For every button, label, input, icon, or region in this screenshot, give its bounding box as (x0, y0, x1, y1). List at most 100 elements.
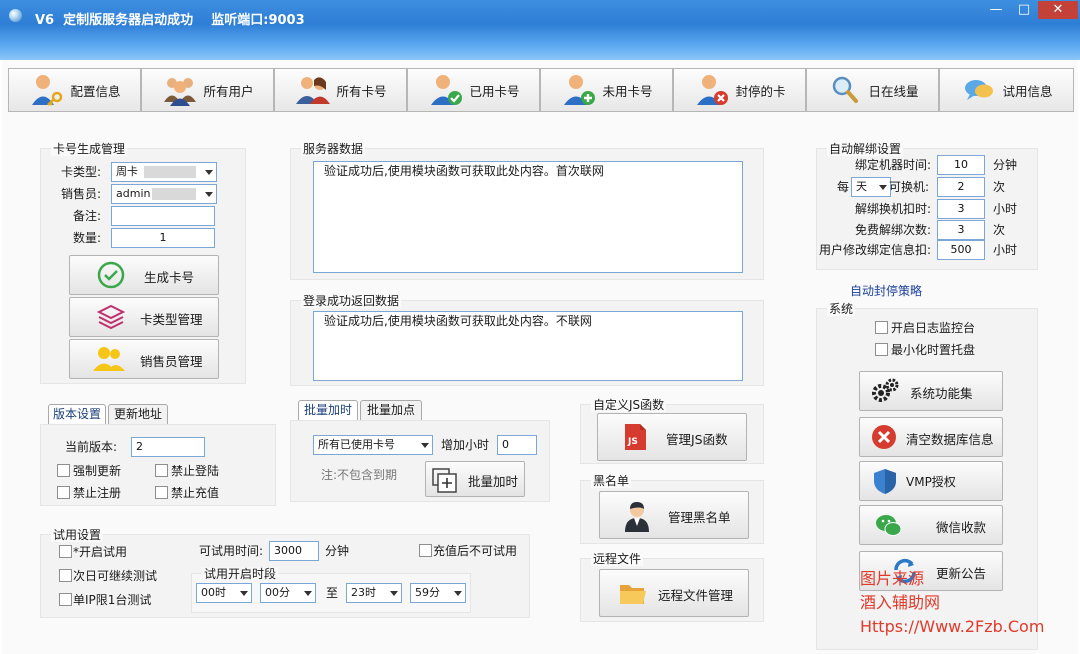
tab-version-settings[interactable]: 版本设置 (48, 404, 106, 424)
card-type-value: 周卡 (116, 165, 138, 178)
server-data-group: 服务器数据 验证成功后,使用模块函数可获取此处内容。首次联网 (290, 142, 764, 280)
to-hour-select[interactable]: 23时 (346, 583, 402, 603)
wechat-icon (874, 511, 904, 541)
login-return-group: 登录成功返回数据 验证成功后,使用模块函数可获取此处内容。不联网 (290, 294, 764, 386)
add-hours-input[interactable]: 0 (497, 435, 537, 455)
remote-file-mgmt-button[interactable]: 远程文件管理 (599, 569, 749, 617)
person-black-icon (620, 500, 650, 532)
toolbar-config-label: 配置信息 (70, 83, 121, 99)
to-hour-value: 23时 (351, 586, 376, 599)
to-minute-select[interactable]: 59分 (410, 583, 466, 603)
chevron-down-icon (879, 185, 887, 190)
bind-time-label: 绑定机器时间: (854, 158, 931, 172)
forbid-recharge-checkbox[interactable] (155, 486, 168, 499)
wechat-pay-button[interactable]: 微信收款 (859, 505, 1003, 545)
force-update-checkbox[interactable] (57, 464, 70, 477)
log-monitor-checkbox[interactable] (875, 321, 888, 334)
per-period-select[interactable]: 天 (851, 177, 891, 197)
current-version-input[interactable]: 2 (131, 437, 205, 457)
card-generation-title: 卡号生成管理 (51, 142, 128, 156)
close-button[interactable]: ✕ (1038, 1, 1078, 19)
next-day-checkbox[interactable] (59, 569, 72, 582)
manage-blacklist-button[interactable]: 管理黑名单 (599, 491, 749, 539)
enable-trial-checkbox[interactable] (59, 545, 72, 558)
wechat-pay-label: 微信收款 (936, 520, 987, 535)
manage-js-button[interactable]: JS 管理JS函数 (597, 413, 747, 461)
users-yellow-icon (92, 344, 125, 374)
toolbar-unused-cards-button[interactable]: 未用卡号 (540, 68, 673, 112)
seller-value: admin (116, 187, 151, 200)
generate-cards-button[interactable]: 生成卡号 (69, 255, 219, 295)
bind-time-unit: 分钟 (993, 158, 1018, 172)
system-features-button[interactable]: 系统功能集 (859, 371, 1003, 411)
minimize-tray-label: 最小化时置托盘 (891, 343, 976, 357)
card-type-mgmt-button[interactable]: 卡类型管理 (69, 297, 219, 337)
forbid-register-checkbox[interactable] (57, 486, 70, 499)
maximize-button[interactable]: □ (1010, 1, 1038, 19)
single-ip-checkbox[interactable] (59, 593, 72, 606)
enable-trial-label: *开启试用 (73, 545, 128, 559)
tab-update-url[interactable]: 更新地址 (108, 404, 168, 424)
tab-batch-add-time[interactable]: 批量加时 (298, 400, 358, 420)
seller-mgmt-button[interactable]: 销售员管理 (69, 339, 219, 379)
seller-label: 销售员: (60, 187, 101, 201)
forbid-register-label: 禁止注册 (73, 486, 122, 500)
server-data-textarea[interactable]: 验证成功后,使用模块函数可获取此处内容。首次联网 (313, 161, 743, 273)
quantity-input[interactable]: 1 (111, 228, 215, 248)
toolbar-trial-info-button[interactable]: 试用信息 (939, 68, 1074, 112)
vmp-license-button[interactable]: VMP授权 (859, 461, 1003, 501)
gears-icon (870, 376, 900, 406)
free-unbind-label: 免费解绑次数: (854, 223, 931, 237)
toolbar-all-users-label: 所有用户 (203, 83, 254, 99)
batch-add-time-button[interactable]: 批量加时 (425, 461, 525, 497)
system-title: 系统 (827, 302, 856, 316)
magnifier-icon (826, 72, 864, 108)
seller-gray (152, 188, 196, 200)
minimize-button[interactable]: — (982, 1, 1010, 19)
free-unbind-input[interactable]: 3 (937, 220, 985, 240)
minimize-tray-checkbox[interactable] (875, 343, 888, 356)
layers-icon (96, 302, 126, 332)
deduct-label: 解绑换机扣时: (854, 202, 931, 216)
forbid-login-checkbox[interactable] (155, 464, 168, 477)
toolbar-all-cards-button[interactable]: 所有卡号 (274, 68, 407, 112)
from-minute-select[interactable]: 00分 (260, 583, 316, 603)
trial-time-input[interactable]: 3000 (269, 541, 319, 561)
trial-time-label: 可试用时间: (199, 544, 264, 558)
trial-period-group: 试用开启时段 00时 00分 至 23时 59分 (191, 567, 471, 613)
card-type-label: 卡类型: (60, 165, 101, 179)
toolbar-trial-info-label: 试用信息 (1002, 83, 1053, 99)
bind-time-input[interactable]: 10 (937, 155, 985, 175)
modify-bind-input[interactable]: 500 (937, 240, 985, 260)
blacklist-title: 黑名单 (591, 474, 632, 488)
note-input[interactable] (111, 206, 215, 226)
trial-time-unit: 分钟 (325, 544, 350, 558)
update-notice-label: 更新公告 (936, 566, 987, 581)
clear-database-button[interactable]: 清空数据库信息 (859, 417, 1003, 457)
toolbar-used-cards-button[interactable]: 已用卡号 (407, 68, 540, 112)
forbid-recharge-label: 禁止充值 (171, 486, 220, 500)
watermark-line3: Https://Www.2Fzb.Com (860, 617, 1045, 636)
forbid-login-label: 禁止登陆 (171, 464, 220, 478)
deduct-input[interactable]: 3 (937, 199, 985, 219)
single-ip-label: 单IP限1台测试 (73, 593, 152, 607)
auto-unbind-group: 自动解绑设置 绑定机器时间: 10 分钟 每 天 可换机: 2 次 解绑换机扣时… (816, 142, 1038, 270)
batch-target-select[interactable]: 所有已使用卡号 (313, 435, 433, 455)
quantity-label: 数量: (72, 231, 101, 245)
seller-select[interactable]: admin (111, 184, 217, 204)
toolbar-all-users-button[interactable]: 所有用户 (141, 68, 274, 112)
changeable-input[interactable]: 2 (937, 177, 985, 197)
toolbar-daily-online-button[interactable]: 日在线量 (806, 68, 939, 112)
toolbar-config-button[interactable]: 配置信息 (8, 68, 141, 112)
blacklist-group: 黑名单 管理黑名单 (580, 474, 764, 544)
tab-batch-add-points[interactable]: 批量加点 (360, 400, 422, 420)
toolbar-banned-cards-label: 封停的卡 (735, 83, 786, 99)
login-return-textarea[interactable]: 验证成功后,使用模块函数可获取此处内容。不联网 (313, 311, 743, 381)
card-type-select[interactable]: 周卡 (111, 162, 217, 182)
no-trial-after-recharge-checkbox[interactable] (419, 544, 432, 557)
from-hour-select[interactable]: 00时 (196, 583, 252, 603)
manage-js-label: 管理JS函数 (666, 432, 728, 447)
toolbar-banned-cards-button[interactable]: 封停的卡 (673, 68, 806, 112)
shield-icon (870, 466, 900, 496)
auto-ban-strategy-link[interactable]: 自动封停策略 (850, 282, 922, 299)
